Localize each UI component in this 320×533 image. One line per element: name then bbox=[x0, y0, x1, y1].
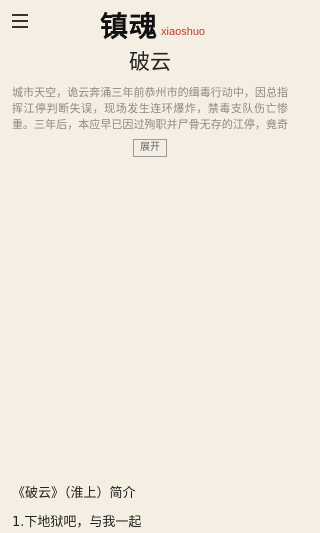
top-bar: 镇魂 xiaoshuo bbox=[0, 0, 300, 44]
logo-english-text: xiaoshuo bbox=[161, 26, 206, 38]
logo-chinese-text: 镇魂 bbox=[100, 10, 159, 43]
expand-button[interactable]: 展开 bbox=[133, 139, 167, 157]
book-intro-heading: 《破云》（淮上）简介 bbox=[12, 486, 136, 501]
menu-line bbox=[12, 26, 28, 28]
menu-line bbox=[12, 14, 28, 16]
menu-line bbox=[12, 20, 28, 22]
chapter-link[interactable]: 1.下地狱吧，与我一起 bbox=[12, 511, 141, 530]
book-description: 城市天空，诡云奔涌三年前恭州市的缉毒行动中，因总指挥江停判断失误，现场发生连环爆… bbox=[12, 86, 288, 131]
site-logo[interactable]: 镇魂 xiaoshuo bbox=[100, 4, 205, 42]
hamburger-menu-icon[interactable] bbox=[12, 14, 28, 28]
book-title: 破云 bbox=[129, 50, 171, 74]
